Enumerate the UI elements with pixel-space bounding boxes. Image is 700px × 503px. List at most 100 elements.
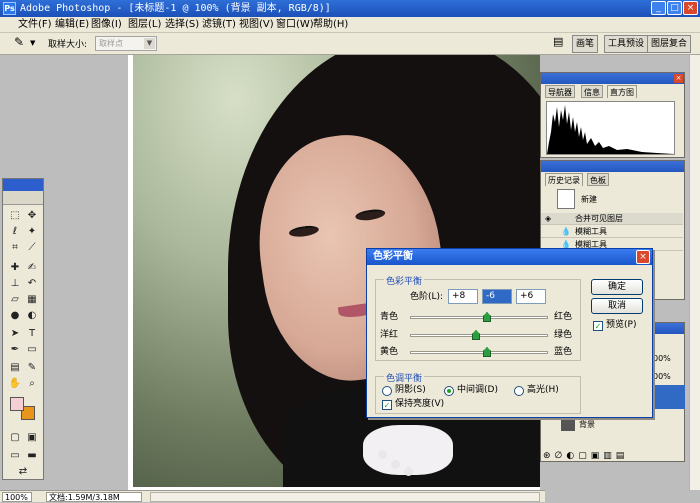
cancel-button[interactable]: 取消 (591, 298, 643, 314)
notes-icon[interactable]: ▤ (7, 361, 23, 375)
eyedropper-icon[interactable]: ✎ (14, 35, 24, 49)
panel-title-bar[interactable] (541, 73, 684, 84)
maximize-button[interactable]: □ (667, 1, 682, 15)
blur-icon: 💧 (561, 227, 571, 236)
ok-button[interactable]: 确定 (591, 279, 643, 295)
quick-mask-icon[interactable]: ▢ (7, 431, 23, 445)
blur-icon[interactable]: ● (7, 309, 23, 323)
menu-select[interactable]: 选择(S) (165, 17, 199, 33)
menu-window[interactable]: 窗口(W) (276, 17, 314, 33)
chevron-down-icon: ▼ (144, 38, 155, 49)
close-icon[interactable]: × (674, 74, 683, 83)
midtones-label[interactable]: 中间调(D) (457, 385, 498, 396)
tab-brushes[interactable]: 画笔 (572, 35, 599, 53)
snapshot-label[interactable]: 新建 (581, 194, 597, 205)
tab-info[interactable]: 信息 (581, 85, 603, 98)
fill-value[interactable]: 00% (653, 371, 671, 382)
histogram-bars (547, 105, 674, 154)
window-title: Adobe Photoshop - [未标题-1 @ 100% (背景 副本, … (0, 0, 700, 17)
shadows-label[interactable]: 阴影(S) (395, 385, 426, 396)
menu-view[interactable]: 视图(V) (239, 17, 274, 33)
preserve-luminosity-checkbox[interactable]: ✓ (382, 400, 392, 410)
path-select-icon[interactable]: ➤ (7, 327, 23, 341)
brush-icon[interactable]: ✍ (24, 261, 40, 275)
cyan-red-slider[interactable] (410, 316, 548, 319)
snapshot-thumbnail[interactable] (557, 189, 575, 209)
preview-checkbox[interactable]: ✓ (593, 321, 603, 331)
tab-tool-presets[interactable]: 工具预设 (604, 35, 649, 53)
panel-title-bar[interactable] (541, 161, 684, 172)
close-icon[interactable]: × (636, 250, 650, 264)
pen-icon[interactable]: ✒ (7, 343, 23, 357)
magenta-green-slider-thumb[interactable] (472, 330, 480, 340)
photoshop-feather-icon[interactable] (3, 191, 43, 205)
tab-swatches[interactable]: 色板 (587, 173, 609, 186)
close-button[interactable]: × (683, 1, 698, 15)
highlights-label[interactable]: 高光(H) (527, 385, 559, 396)
foreground-color-swatch[interactable] (10, 397, 24, 411)
level-yellow-blue-input[interactable]: +6 (516, 289, 546, 304)
toolbox-title-bar[interactable] (3, 179, 43, 191)
photoshop-app-icon: Ps (3, 2, 16, 15)
move-icon[interactable]: ✥ (24, 209, 40, 223)
sample-size-select[interactable]: 取样点 ▼ (95, 36, 157, 51)
marquee-icon[interactable]: ⬚ (7, 209, 23, 223)
yellow-blue-slider-thumb[interactable] (483, 347, 491, 357)
dialog-title[interactable]: 色彩平衡 (367, 249, 652, 265)
tab-history[interactable]: 历史记录 (545, 173, 583, 186)
vertical-scrollbar[interactable] (689, 55, 700, 490)
level-cyan-red-input[interactable]: +8 (448, 289, 478, 304)
history-state-icon[interactable]: ◈ (545, 213, 551, 225)
menu-edit[interactable]: 编辑(E) (55, 17, 89, 33)
palette-well-icon[interactable]: ▤ (553, 35, 563, 48)
screen-mode-full-icon[interactable]: ▬ (24, 449, 40, 463)
tab-layer-comps[interactable]: 图层复合 (647, 35, 692, 53)
shadows-radio[interactable] (382, 386, 392, 396)
history-item[interactable]: 💧 模糊工具 (541, 226, 683, 238)
menu-layer[interactable]: 图层(L) (128, 17, 161, 33)
zoom-level[interactable]: 100% (2, 492, 32, 502)
gradient-icon[interactable]: ▦ (24, 293, 40, 307)
menu-image[interactable]: 图像(I) (91, 17, 122, 33)
magic-wand-icon[interactable]: ✦ (24, 225, 40, 239)
slice-icon[interactable]: ⟋ (24, 241, 40, 255)
tab-navigator[interactable]: 导航器 (545, 85, 575, 98)
healing-icon[interactable]: ✚ (7, 261, 23, 275)
minimize-button[interactable]: _ (651, 1, 666, 15)
jump-to-imageready-icon[interactable]: ⇄ (15, 465, 31, 479)
eraser-icon[interactable]: ▱ (7, 293, 23, 307)
pearl (391, 460, 400, 469)
level-magenta-green-input[interactable]: -6 (482, 289, 512, 304)
menu-bar: 文件(F) 编辑(E) 图像(I) 图层(L) 选择(S) 滤镜(T) 视图(V… (0, 17, 700, 33)
horizontal-scrollbar[interactable] (150, 492, 540, 502)
eyedropper-tool-icon[interactable]: ✎ (24, 361, 40, 375)
highlights-radio[interactable] (514, 386, 524, 396)
quick-mask-on-icon[interactable]: ▣ (24, 431, 40, 445)
type-icon[interactable]: T (24, 327, 40, 341)
preserve-luminosity-label[interactable]: 保持亮度(V) (395, 399, 444, 410)
crop-icon[interactable]: ⌗ (7, 241, 23, 255)
menu-file[interactable]: 文件(F) (18, 17, 52, 33)
screen-mode-icon[interactable]: ▭ (7, 449, 23, 463)
layer-thumbnail[interactable] (561, 417, 575, 431)
tool-preset-arrow-icon[interactable]: ▼ (30, 39, 35, 47)
menu-help[interactable]: 帮助(H) (313, 17, 348, 33)
layer-name[interactable]: 背景 (579, 419, 595, 430)
stamp-icon[interactable]: ⊥ (7, 277, 23, 291)
tone-balance-group: 色调平衡 阴影(S) 中间调(D) 高光(H) ✓ 保持亮度(V) (375, 371, 581, 414)
yellow-blue-slider[interactable] (410, 351, 548, 354)
hand-icon[interactable]: ✋ (7, 377, 23, 391)
preview-label[interactable]: 预览(P) (606, 320, 636, 331)
dodge-icon[interactable]: ◐ (24, 309, 40, 323)
zoom-icon[interactable]: ⌕ (24, 377, 40, 391)
opacity-value[interactable]: 00% (653, 353, 671, 364)
midtones-radio[interactable] (444, 386, 454, 396)
history-item[interactable]: ◈ 合并可见图层 (541, 213, 683, 225)
cyan-red-slider-thumb[interactable] (483, 312, 491, 322)
layer-actions[interactable]: ⊛∅◐▢▣▥▤ (543, 451, 628, 462)
tab-histogram[interactable]: 直方图 (607, 85, 637, 98)
lasso-icon[interactable]: ℓ (7, 225, 23, 239)
menu-filter[interactable]: 滤镜(T) (202, 17, 236, 33)
shape-icon[interactable]: ▭ (24, 343, 40, 357)
history-brush-icon[interactable]: ↶ (24, 277, 40, 291)
